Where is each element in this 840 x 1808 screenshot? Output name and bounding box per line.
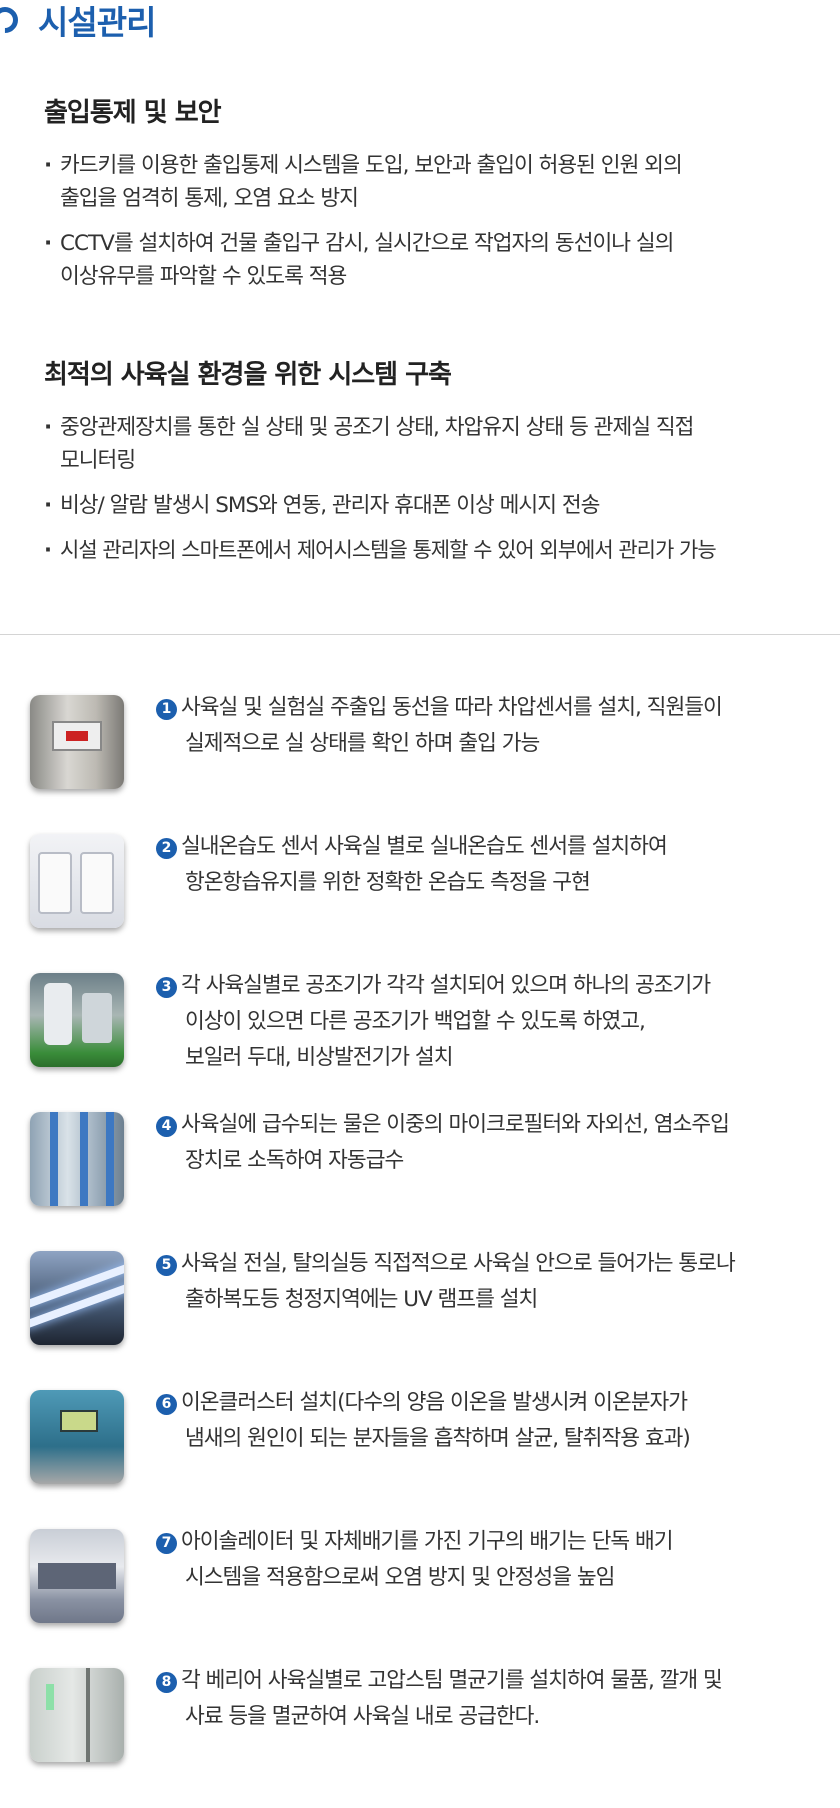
- bullet-line: 이상유무를 파악할 수 있도록 적용: [60, 264, 347, 289]
- feature-line: 출하복도등 청정지역에는 UV 램프를 설치: [185, 1287, 538, 1312]
- feature-text: 7 아이솔레이터 및 자체배기를 가진 기구의 배기는 단독 배기 시스템을 적용…: [156, 1524, 816, 1596]
- feature-line: 실제적으로 실 상태를 확인 하며 출입 가능: [185, 731, 540, 756]
- list-item: 시설 관리자의 스마트폰에서 제어시스템을 통제할 수 있어 외부에서 관리가 …: [44, 534, 814, 567]
- page-title: 시설관리: [38, 3, 156, 42]
- feature-item-5: 5 사육실 전실, 탈의실등 직접적으로 사육실 안으로 들어가는 통로나 출하복…: [0, 1246, 840, 1346]
- circle-bullet-icon: [0, 1, 24, 39]
- number-badge: 3: [156, 977, 177, 998]
- feature-line: 항온항습유지를 위한 정확한 온습도 측정을 구현: [185, 870, 591, 895]
- feature-line: 사육실에 급수되는 물은 이중의 마이크로필터와 자외선, 염소주입: [181, 1112, 730, 1137]
- feature-line: 냄새의 원인이 되는 분자들을 흡착하며 살균, 탈취작용 효과): [185, 1426, 691, 1451]
- number-badge: 6: [156, 1394, 177, 1415]
- feature-text: 4 사육실에 급수되는 물은 이중의 마이크로필터와 자외선, 염소주입 장치로 …: [156, 1107, 816, 1179]
- feature-item-4: 4 사육실에 급수되는 물은 이중의 마이크로필터와 자외선, 염소주입 장치로 …: [0, 1107, 840, 1207]
- list-item: 비상/ 알람 발생시 SMS와 연동, 관리자 휴대폰 이상 메시지 전송: [44, 489, 814, 522]
- feature-text: 3각 사육실별로 공조기가 각각 설치되어 있으며 하나의 공조기가 이상이 있…: [156, 968, 816, 1076]
- feature-line: 이상이 있으면 다른 공조기가 백업할 수 있도록 하였고,: [185, 1009, 646, 1034]
- feature-line: 사료 등을 멸균하여 사육실 내로 공급한다.: [185, 1704, 540, 1729]
- feature-line: 각 사육실별로 공조기가 각각 설치되어 있으며 하나의 공조기가: [181, 973, 711, 998]
- isolator-photo: [30, 1529, 124, 1623]
- feature-line: 이온클러스터 설치(다수의 양음 이온을 발생시켜 이온분자가: [181, 1390, 688, 1415]
- feature-line: 각 베리어 사육실별로 고압스팀 멸균기를 설치하여 물품, 깔개 및: [181, 1668, 723, 1693]
- bullet-line: 카드키를 이용한 출입통제 시스템을 도입, 보안과 출입이 허용된 인원 외의: [60, 153, 683, 178]
- bullet-list: 카드키를 이용한 출입통제 시스템을 도입, 보안과 출입이 허용된 인원 외의…: [44, 149, 814, 293]
- number-badge: 1: [156, 699, 177, 720]
- feature-line: 실내온습도 센서 사육실 별로 실내온습도 센서를 설치하여: [181, 834, 668, 859]
- list-item: CCTV를 설치하여 건물 출입구 감시, 실시간으로 작업자의 동선이나 실의…: [44, 227, 814, 293]
- feature-text: 2 실내온습도 센서 사육실 별로 실내온습도 센서를 설치하여 항온항습유지를 …: [156, 829, 816, 901]
- feature-item-6: 6 이온클러스터 설치(다수의 양음 이온을 발생시켜 이온분자가 냄새의 원인이…: [0, 1385, 840, 1485]
- feature-text: 1 사육실 및 실험실 주출입 동선을 따라 차압센서를 설치, 직원들이 실제적…: [156, 690, 816, 762]
- list-item: 카드키를 이용한 출입통제 시스템을 도입, 보안과 출입이 허용된 인원 외의…: [44, 149, 814, 215]
- feature-text: 8각 베리어 사육실별로 고압스팀 멸균기를 설치하여 물품, 깔개 및 사료 …: [156, 1663, 816, 1735]
- feature-item-7: 7 아이솔레이터 및 자체배기를 가진 기구의 배기는 단독 배기 시스템을 적용…: [0, 1524, 840, 1624]
- section-system: 최적의 사육실 환경을 위한 시스템 구축 중앙관제장치를 통한 실 상태 및 …: [44, 354, 814, 579]
- feature-line: 아이솔레이터 및 자체배기를 가진 기구의 배기는 단독 배기: [181, 1529, 674, 1554]
- page-header: 시설관리: [0, 0, 156, 42]
- feature-item-3: 3각 사육실별로 공조기가 각각 설치되어 있으며 하나의 공조기가 이상이 있…: [0, 968, 840, 1070]
- bullet-line: 시설 관리자의 스마트폰에서 제어시스템을 통제할 수 있어 외부에서 관리가 …: [60, 538, 717, 562]
- section-heading: 출입통제 및 보안: [44, 98, 222, 128]
- section-heading: 최적의 사육실 환경을 위한 시스템 구축: [44, 360, 452, 390]
- feature-item-1: 1 사육실 및 실험실 주출입 동선을 따라 차압센서를 설치, 직원들이 실제적…: [0, 690, 840, 790]
- feature-item-8: 8각 베리어 사육실별로 고압스팀 멸균기를 설치하여 물품, 깔개 및 사료 …: [0, 1663, 840, 1763]
- bullet-line: 중앙관제장치를 통한 실 상태 및 공조기 상태, 차압유지 상태 등 관제실 …: [60, 415, 694, 440]
- humidity-sensor-photo: [30, 834, 124, 928]
- feature-line: 보일러 두대, 비상발전기가 설치: [185, 1045, 453, 1070]
- water-filter-photo: [30, 1112, 124, 1206]
- air-handler-photo: [30, 973, 124, 1067]
- number-badge: 5: [156, 1255, 177, 1276]
- bullet-line: CCTV를 설치하여 건물 출입구 감시, 실시간으로 작업자의 동선이나 실의: [60, 231, 674, 256]
- section-access-control: 출입통제 및 보안 카드키를 이용한 출입통제 시스템을 도입, 보안과 출입이…: [44, 92, 814, 305]
- list-item: 중앙관제장치를 통한 실 상태 및 공조기 상태, 차압유지 상태 등 관제실 …: [44, 411, 814, 477]
- number-badge: 8: [156, 1672, 177, 1693]
- feature-line: 시스템을 적용함으로써 오염 방지 및 안정성을 높임: [185, 1565, 615, 1590]
- sterilizer-photo: [30, 1668, 124, 1762]
- feature-line: 사육실 전실, 탈의실등 직접적으로 사육실 안으로 들어가는 통로나: [181, 1251, 736, 1276]
- feature-line: 장치로 소독하여 자동급수: [185, 1148, 404, 1173]
- ion-cluster-photo: [30, 1390, 124, 1484]
- bullet-line: 출입을 엄격히 통제, 오염 요소 방지: [60, 186, 359, 211]
- feature-item-2: 2 실내온습도 센서 사육실 별로 실내온습도 센서를 설치하여 항온항습유지를 …: [0, 829, 840, 929]
- feature-text: 5 사육실 전실, 탈의실등 직접적으로 사육실 안으로 들어가는 통로나 출하복…: [156, 1246, 816, 1318]
- number-badge: 7: [156, 1533, 177, 1554]
- number-badge: 4: [156, 1116, 177, 1137]
- pressure-sensor-photo: [30, 695, 124, 789]
- bullet-line: 비상/ 알람 발생시 SMS와 연동, 관리자 휴대폰 이상 메시지 전송: [60, 493, 600, 518]
- feature-line: 사육실 및 실험실 주출입 동선을 따라 차압센서를 설치, 직원들이: [181, 695, 723, 720]
- bullet-line: 모니터링: [60, 448, 136, 473]
- number-badge: 2: [156, 838, 177, 859]
- bullet-list: 중앙관제장치를 통한 실 상태 및 공조기 상태, 차압유지 상태 등 관제실 …: [44, 411, 814, 567]
- feature-text: 6 이온클러스터 설치(다수의 양음 이온을 발생시켜 이온분자가 냄새의 원인이…: [156, 1385, 816, 1457]
- uv-lamp-photo: [30, 1251, 124, 1345]
- section-divider: [0, 634, 840, 635]
